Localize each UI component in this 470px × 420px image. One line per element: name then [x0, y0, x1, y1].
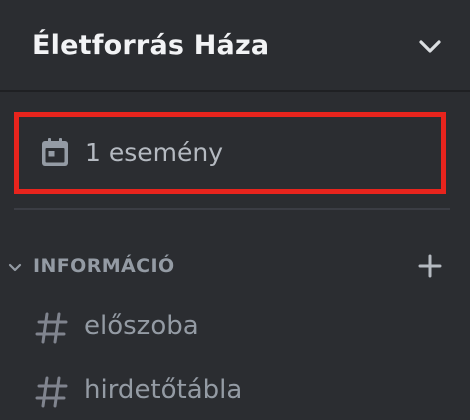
events-button[interactable]: 1 esemény	[14, 112, 446, 194]
server-sidebar: Életforrás Háza 1 esemény INFORMÁCIÓ elő…	[0, 0, 470, 420]
server-name: Életforrás Háza	[32, 30, 270, 61]
channel-name: előszoba	[84, 311, 199, 341]
divider	[14, 208, 450, 210]
plus-icon[interactable]	[416, 252, 444, 280]
channel-item-hirdetotabla[interactable]: hirdetőtábla	[0, 364, 470, 418]
server-header[interactable]: Életforrás Háza	[0, 0, 470, 92]
hash-icon	[34, 310, 70, 346]
channel-name: hirdetőtábla	[84, 375, 243, 405]
channel-item-eloszoba[interactable]: előszoba	[0, 300, 470, 354]
chevron-down-icon[interactable]	[8, 259, 22, 272]
hash-icon	[34, 374, 70, 410]
calendar-icon	[39, 136, 71, 168]
category-label: INFORMÁCIÓ	[33, 255, 175, 277]
category-informacio[interactable]: INFORMÁCIÓ	[0, 248, 470, 284]
chevron-down-icon[interactable]	[416, 34, 444, 58]
events-label: 1 esemény	[85, 138, 224, 167]
